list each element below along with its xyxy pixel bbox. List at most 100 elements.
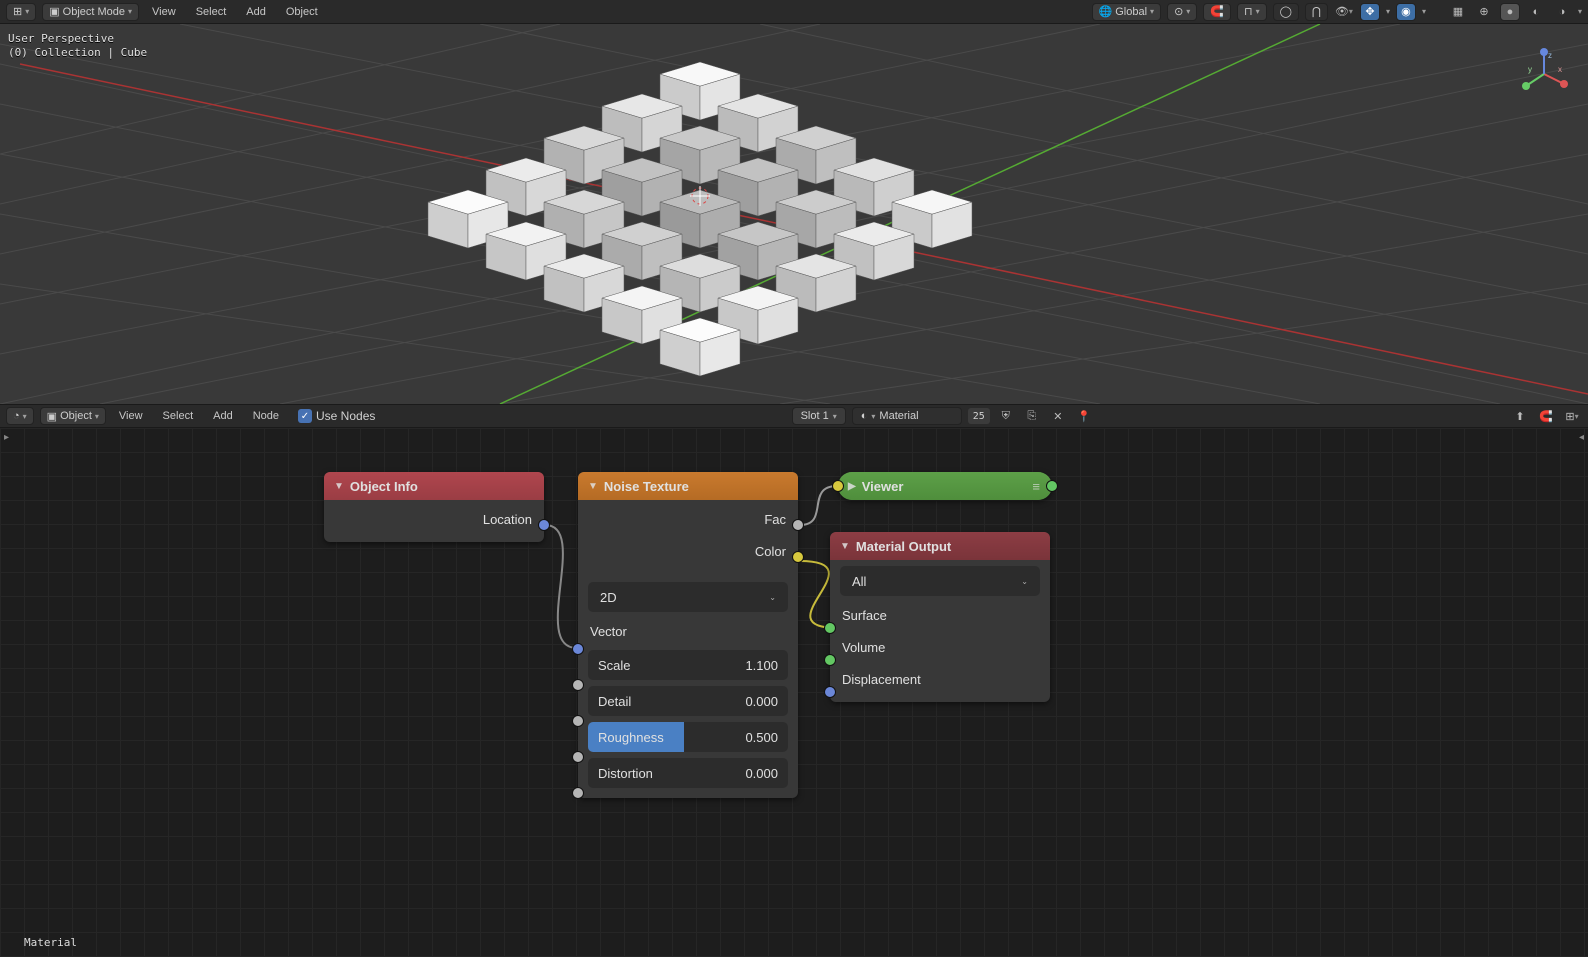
mode-dropdown[interactable]: ▣ Object Mode ▾ [42, 3, 139, 21]
param-roughness[interactable]: Roughness 0.500 [588, 722, 788, 752]
viewport-3d[interactable]: User Perspective (0) Collection | Cube x… [0, 24, 1588, 404]
pin-icon: 📍 [1077, 410, 1091, 423]
shading-solid[interactable]: ● [1500, 3, 1520, 21]
gizmo-toggle[interactable]: ✥ [1360, 3, 1380, 21]
output-label-location: Location [483, 512, 532, 527]
snap-toggle[interactable]: 🧲 [1203, 3, 1231, 21]
param-distortion[interactable]: Distortion 0.000 [588, 758, 788, 788]
matprev-icon: ◐ [1533, 6, 1540, 18]
pivot-dropdown[interactable]: ⊙▾ [1167, 3, 1197, 21]
sidebar-expand-icon[interactable]: ◂ [1579, 432, 1584, 443]
xray-toggle[interactable]: ▦ [1448, 3, 1468, 21]
node-header-material-output[interactable]: ▼ Material Output [830, 532, 1050, 560]
orientation-dropdown[interactable]: 🌐 Global ▾ [1092, 3, 1162, 21]
material-name-field[interactable]: ◐▾ Material [852, 407, 962, 425]
menu-select[interactable]: Select [156, 410, 201, 422]
chevron-down-icon: ▾ [1256, 7, 1260, 16]
node-header-viewer[interactable]: ▶ Viewer ≡ [838, 472, 1052, 500]
input-label-volume: Volume [842, 640, 885, 655]
eye-icon: 👁 [1335, 5, 1349, 18]
visibility-dropdown[interactable]: 👁▾ [1334, 3, 1354, 21]
noise-dimensions-dropdown[interactable]: 2D ⌄ [588, 582, 788, 612]
grid-icon: ⊞ [13, 5, 22, 18]
menu-select[interactable]: Select [189, 6, 234, 18]
socket-output-location[interactable] [538, 519, 550, 531]
proportional-falloff[interactable]: ⋂ [1305, 3, 1328, 21]
globe-icon: 🌐 [1099, 5, 1113, 18]
node-material-output[interactable]: ▼ Material Output All ⌄ Surface Volume D… [830, 532, 1050, 702]
socket-output-fac[interactable] [792, 519, 804, 531]
pin-toggle[interactable]: 📍 [1074, 407, 1094, 425]
node-header-noise[interactable]: ▼ Noise Texture [578, 472, 798, 500]
snap-options[interactable]: ⊓▾ [1237, 3, 1267, 21]
node-title: Material Output [856, 539, 951, 554]
use-nodes-toggle[interactable]: ✓ Use Nodes [298, 409, 375, 423]
node-viewer[interactable]: ▶ Viewer ≡ [838, 472, 1052, 500]
param-label: Scale [598, 658, 631, 673]
socket-input-vector[interactable] [572, 643, 584, 655]
node-editor-type-dropdown[interactable]: ◔▾ [6, 407, 34, 425]
socket-input-displacement[interactable] [824, 686, 836, 698]
menu-view[interactable]: View [112, 410, 150, 422]
param-value: 0.500 [745, 730, 778, 745]
menu-add[interactable]: Add [239, 6, 273, 18]
shader-type-dropdown[interactable]: ▣ Object ▾ [40, 407, 106, 425]
menu-object[interactable]: Object [279, 6, 325, 18]
collapse-triangle-icon[interactable]: ▼ [588, 481, 598, 492]
node-noise-texture[interactable]: ▼ Noise Texture Fac Color 2D ⌄ Vector Sc… [578, 472, 798, 798]
socket-output-viewer[interactable] [1046, 480, 1058, 492]
new-material-button[interactable]: ⎘ [1022, 407, 1042, 425]
node-object-info[interactable]: ▼ Object Info Location [324, 472, 544, 542]
fake-user-toggle[interactable]: ⛨ [996, 407, 1016, 425]
input-label-displacement: Displacement [842, 672, 921, 687]
solid-icon: ● [1507, 6, 1514, 18]
chevron-down-icon[interactable]: ▾ [1578, 7, 1582, 16]
proportional-editing[interactable]: ◯ [1273, 3, 1299, 21]
param-detail[interactable]: Detail 0.000 [588, 686, 788, 716]
menu-view[interactable]: View [145, 6, 183, 18]
input-label-vector: Vector [590, 624, 627, 639]
material-users-badge[interactable]: 25 [968, 408, 990, 424]
socket-output-color[interactable] [792, 551, 804, 563]
node-editor-canvas[interactable]: ▸ ◂ ▼ Object Info Location ▼ Noise Textu… [0, 428, 1588, 957]
socket-input-roughness[interactable] [572, 751, 584, 763]
parent-node-button[interactable]: ⬆ [1510, 407, 1530, 425]
overlay-toggle[interactable]: ◉ [1396, 3, 1416, 21]
magnet-icon: 🧲 [1210, 5, 1224, 18]
shader-icon: ◔ [13, 410, 20, 422]
param-scale[interactable]: Scale 1.100 [588, 650, 788, 680]
socket-input-volume[interactable] [824, 654, 836, 666]
socket-input-distortion[interactable] [572, 787, 584, 799]
param-label: Distortion [598, 766, 653, 781]
snap-node-options[interactable]: ⊞▾ [1562, 407, 1582, 425]
collapse-triangle-icon[interactable]: ▼ [334, 481, 344, 492]
expand-triangle-icon[interactable]: ▶ [848, 481, 856, 492]
chevron-down-icon[interactable]: ▾ [1422, 7, 1426, 16]
socket-input-scale[interactable] [572, 679, 584, 691]
chevron-down-icon: ▾ [833, 412, 837, 421]
target-dropdown[interactable]: All ⌄ [840, 566, 1040, 596]
socket-input-surface[interactable] [824, 622, 836, 634]
material-slot-dropdown[interactable]: Slot 1 ▾ [792, 407, 846, 425]
param-value: 1.100 [745, 658, 778, 673]
menu-add[interactable]: Add [206, 410, 240, 422]
menu-node[interactable]: Node [246, 410, 286, 422]
chevron-down-icon[interactable]: ▾ [1386, 7, 1390, 16]
socket-input-viewer[interactable] [832, 480, 844, 492]
collapse-triangle-icon[interactable]: ▼ [840, 541, 850, 552]
socket-input-detail[interactable] [572, 715, 584, 727]
overlay-perspective: User Perspective [8, 32, 147, 46]
param-label: Roughness [598, 730, 664, 745]
shading-material[interactable]: ◐ [1526, 3, 1546, 21]
axis-gizmo[interactable]: x y z [1518, 48, 1570, 100]
shading-rendered[interactable]: ◑ [1552, 3, 1572, 21]
shading-wireframe[interactable]: ⊕ [1474, 3, 1494, 21]
editor-type-dropdown[interactable]: ⊞▾ [6, 3, 36, 21]
snap-node-toggle[interactable]: 🧲 [1536, 407, 1556, 425]
node-header-object-info[interactable]: ▼ Object Info [324, 472, 544, 500]
chevron-down-icon: ▾ [128, 7, 132, 16]
svg-text:y: y [1528, 65, 1532, 74]
unlink-material-button[interactable]: ✕ [1048, 407, 1068, 425]
toolbar-expand-icon[interactable]: ▸ [4, 432, 9, 443]
falloff-icon: ⋂ [1312, 5, 1321, 18]
